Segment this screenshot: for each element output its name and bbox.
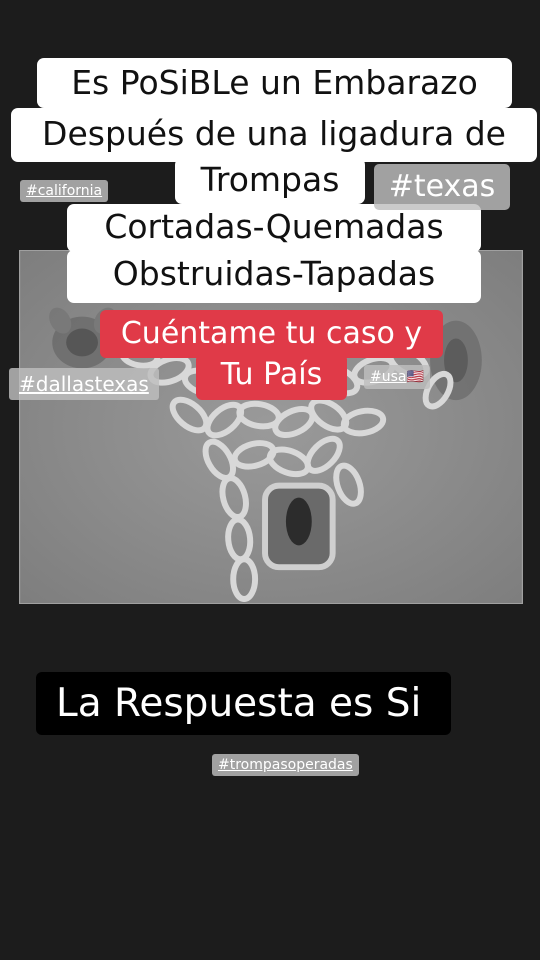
- headline-line-5: Obstruidas-Tapadas: [67, 250, 481, 303]
- hashtag-usa[interactable]: #usa🇺🇸: [364, 365, 430, 389]
- headline-line-3: Trompas: [175, 158, 365, 204]
- cta-line-1: Cuéntame tu caso y: [100, 310, 443, 358]
- chained-uterus-illustration: [20, 251, 522, 603]
- padlock-shape: [262, 482, 336, 571]
- background-photo: [19, 250, 523, 604]
- headline-line-1: Es PoSiBLe un Embarazo: [37, 58, 512, 108]
- hashtag-dallastexas[interactable]: #dallastexas: [9, 368, 159, 400]
- hashtag-california[interactable]: #california: [20, 180, 109, 202]
- answer-caption: La Respuesta es Si: [36, 672, 451, 735]
- hashtag-texas[interactable]: #texas: [374, 164, 510, 210]
- headline-line-2: Después de una ligadura de: [11, 108, 537, 162]
- usa-flag-icon: 🇺🇸: [406, 369, 424, 385]
- hashtag-trompasoperadas[interactable]: #trompasoperadas: [212, 754, 359, 776]
- cta-line-2: Tu País: [196, 354, 347, 400]
- headline-line-4: Cortadas-Quemadas: [67, 204, 481, 252]
